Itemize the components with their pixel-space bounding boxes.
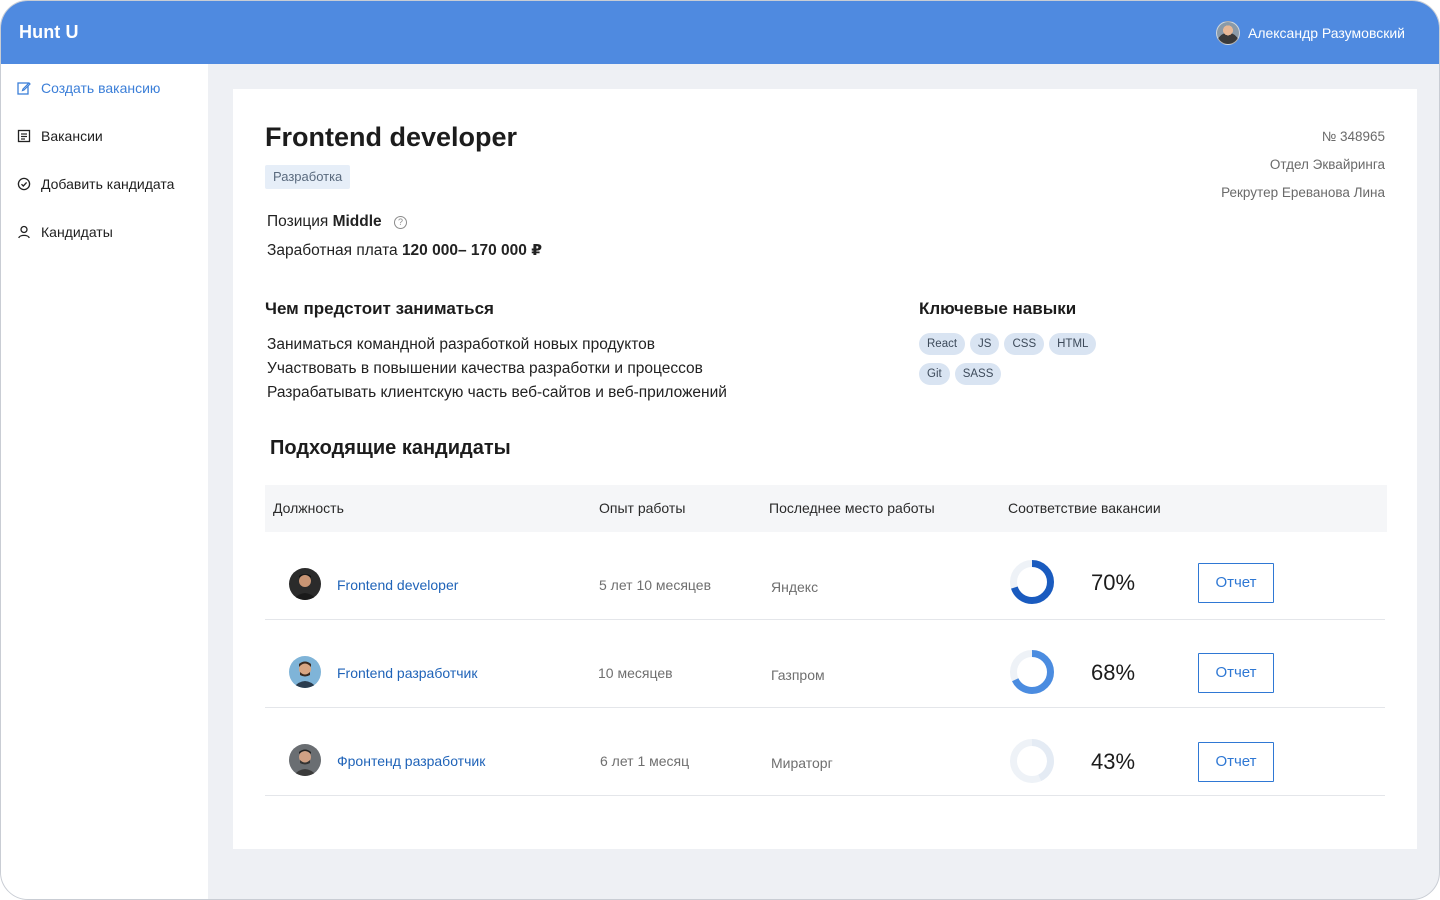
candidate-experience: 10 месяцев bbox=[598, 665, 673, 681]
sidebar-item-label: Добавить кандидата bbox=[41, 176, 175, 192]
table-row: Frontend разработчик 10 месяцев Газпром … bbox=[265, 620, 1385, 708]
report-button[interactable]: Отчет bbox=[1198, 653, 1274, 693]
sidebar-item-candidates[interactable]: Кандидаты bbox=[17, 224, 113, 240]
duties-list: Заниматься командной разработкой новых п… bbox=[267, 333, 727, 405]
salary-label: Заработная плата bbox=[267, 242, 398, 259]
duties-heading: Чем предстоит заниматься bbox=[265, 299, 494, 318]
match-donut bbox=[1010, 650, 1054, 694]
sidebar-item-label: Вакансии bbox=[41, 128, 103, 144]
report-button[interactable]: Отчет bbox=[1198, 742, 1274, 782]
salary-value: 120 000– 170 000 ₽ bbox=[401, 242, 543, 259]
skills-heading: Ключевые навыки bbox=[919, 299, 1077, 318]
candidate-last-job: Газпром bbox=[771, 667, 825, 683]
report-button[interactable]: Отчет bbox=[1198, 563, 1274, 603]
sidebar-item-create-vacancy[interactable]: Создать вакансию bbox=[17, 80, 160, 96]
candidate-experience: 5 лет 10 месяцев bbox=[599, 577, 712, 593]
sidebar-item-label: Кандидаты bbox=[41, 224, 113, 240]
skill-tag: HTML bbox=[1049, 333, 1097, 355]
skill-tag: Git bbox=[919, 363, 950, 385]
category-tag: Разработка bbox=[265, 165, 351, 189]
list-item: Участвовать в повышении качества разрабо… bbox=[267, 360, 703, 377]
vacancy-department: Отдел Эквайринга bbox=[1269, 157, 1385, 172]
vacancy-meta: № 348965 Отдел Эквайринга Рекрутер Ерева… bbox=[1221, 123, 1385, 207]
top-bar: Hunt U Александр Разумовский bbox=[1, 1, 1439, 64]
list-icon bbox=[17, 129, 31, 143]
skill-tag: JS bbox=[970, 333, 1000, 355]
vacancy-number: № 348965 bbox=[1321, 129, 1385, 144]
vacancy-card: Frontend developer Разработка № 348965 О… bbox=[233, 89, 1417, 849]
position-label: Позиция bbox=[267, 213, 329, 230]
table-row: Фронтенд разработчик 6 лет 1 месяц Мират… bbox=[265, 708, 1385, 796]
user-name: Александр Разумовский bbox=[1247, 25, 1405, 41]
table-row: Frontend developer 5 лет 10 месяцев Янде… bbox=[265, 532, 1385, 620]
match-percent: 43% bbox=[1091, 749, 1136, 774]
sidebar-item-label: Создать вакансию bbox=[41, 80, 161, 96]
match-percent: 70% bbox=[1091, 570, 1136, 595]
candidate-last-job: Яндекс bbox=[771, 579, 819, 595]
skill-tag: CSS bbox=[1004, 333, 1045, 355]
position-value: Middle bbox=[332, 213, 382, 230]
match-donut bbox=[1010, 739, 1054, 783]
match-donut bbox=[1010, 560, 1054, 604]
sidebar-item-add-candidate[interactable]: Добавить кандидата bbox=[17, 176, 174, 192]
skill-tag: SASS bbox=[954, 363, 1002, 385]
user-icon bbox=[17, 225, 31, 239]
sidebar: Создать вакансию Вакансии Добавить канди… bbox=[1, 64, 208, 899]
column-header-position: Должность bbox=[273, 500, 344, 516]
avatar bbox=[289, 568, 321, 600]
app-window: Hunt U Александр Разумовский Создать вак… bbox=[0, 0, 1440, 900]
list-item: Заниматься командной разработкой новых п… bbox=[267, 336, 656, 353]
vacancy-recruiter: Рекрутер Ереванова Лина bbox=[1221, 185, 1385, 200]
skill-tag: React bbox=[919, 333, 966, 355]
column-header-match: Соответствие вакансии bbox=[1008, 500, 1161, 516]
brand-logo[interactable]: Hunt U bbox=[19, 22, 79, 43]
candidates-heading: Подходящие кандидаты bbox=[270, 437, 511, 459]
avatar bbox=[289, 744, 321, 776]
table-header: Должность Опыт работы Последнее место ра… bbox=[265, 485, 1387, 532]
candidate-position-link[interactable]: Frontend разработчик bbox=[337, 665, 477, 681]
avatar bbox=[1215, 21, 1240, 45]
match-percent: 68% bbox=[1091, 660, 1136, 685]
candidate-experience: 6 лет 1 месяц bbox=[600, 753, 690, 769]
check-circle-icon bbox=[17, 177, 31, 191]
edit-icon bbox=[17, 81, 31, 95]
salary-line: Заработная плата 120 000– 170 000 ₽ bbox=[267, 241, 542, 260]
user-menu[interactable]: Александр Разумовский bbox=[1215, 21, 1405, 45]
avatar bbox=[289, 656, 321, 688]
column-header-last-job: Последнее место работы bbox=[769, 500, 935, 516]
candidate-position-link[interactable]: Фронтенд разработчик bbox=[337, 753, 485, 769]
column-header-experience: Опыт работы bbox=[599, 500, 686, 516]
help-icon[interactable]: ? bbox=[394, 216, 407, 229]
candidate-position-link[interactable]: Frontend developer bbox=[337, 577, 458, 593]
page-title: Frontend developer bbox=[265, 122, 518, 152]
sidebar-item-vacancies[interactable]: Вакансии bbox=[17, 128, 103, 144]
skills-list: React JS CSS HTML Git SASS bbox=[919, 333, 1159, 393]
position-line: Позиция Middle ? bbox=[267, 213, 407, 231]
candidate-last-job: Мираторг bbox=[771, 755, 833, 771]
list-item: Разрабатывать клиентскую часть веб-сайто… bbox=[267, 384, 727, 401]
